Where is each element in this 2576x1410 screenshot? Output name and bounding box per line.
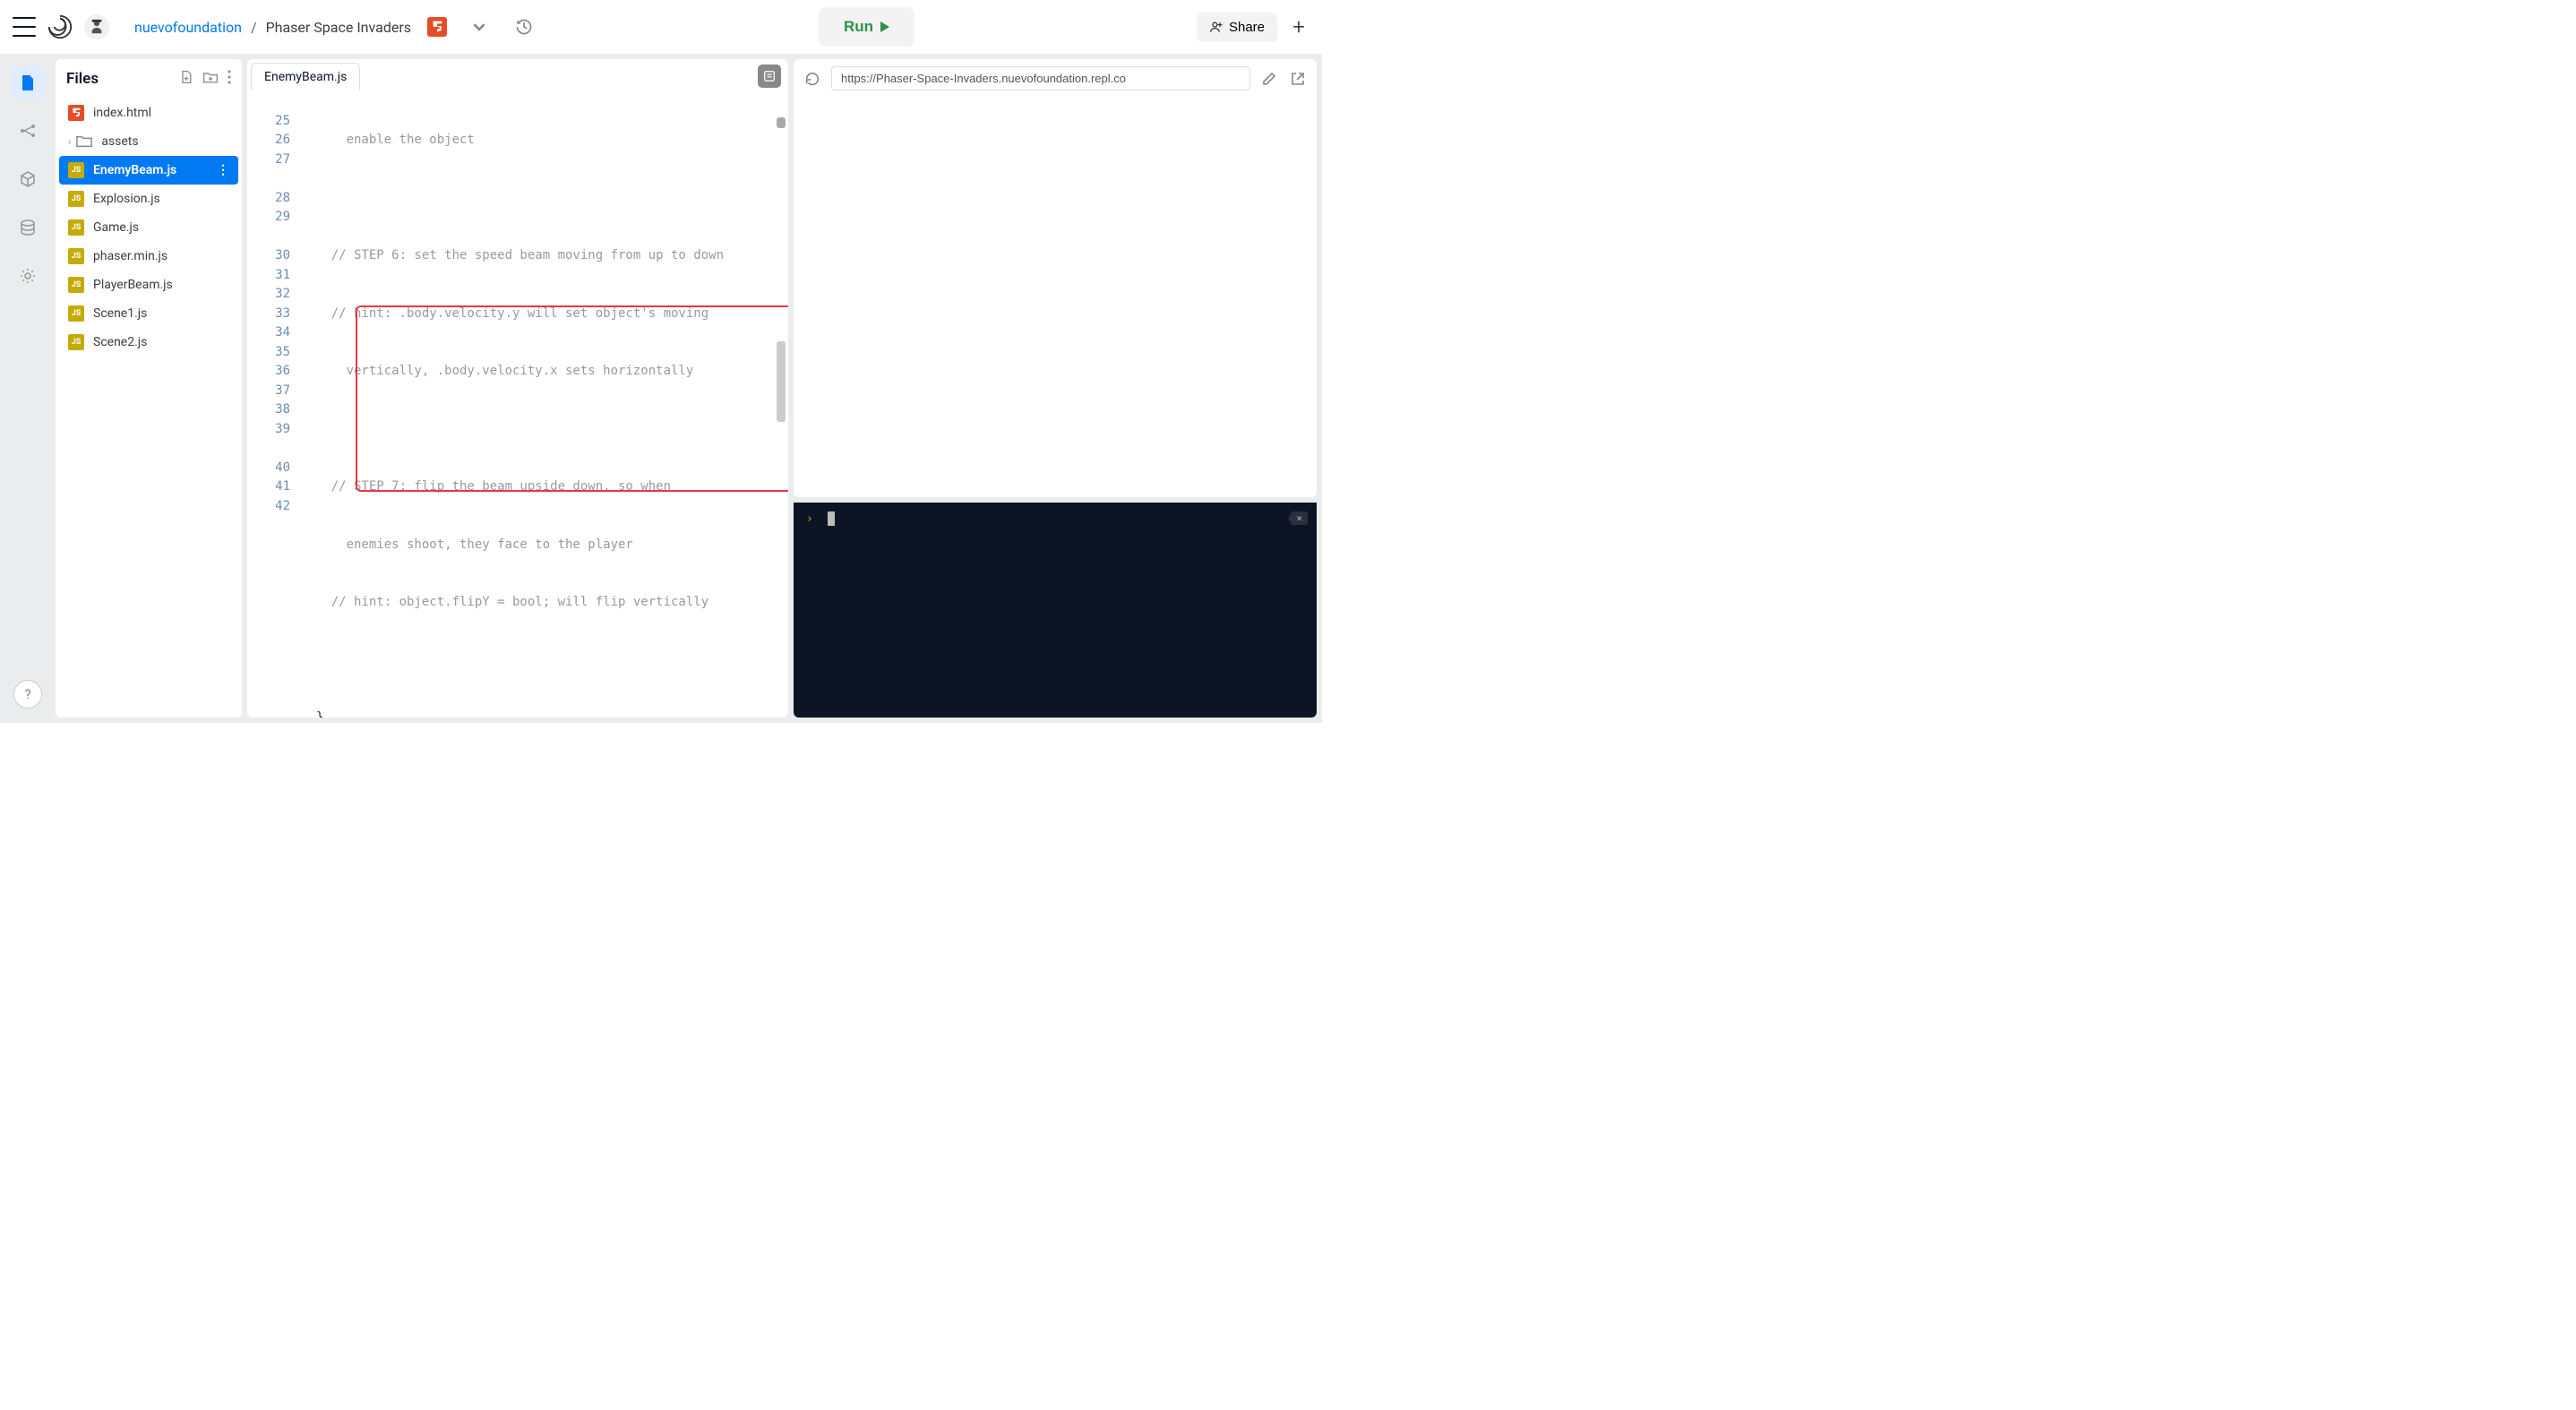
replit-logo-icon[interactable] <box>47 13 73 40</box>
sidebar-strip: ? <box>5 59 50 718</box>
file-item-assets[interactable]: › assets <box>59 127 238 156</box>
preview-pane <box>794 59 1317 497</box>
js-file-icon: JS <box>68 191 84 207</box>
sidebar-settings-icon[interactable] <box>12 260 44 292</box>
file-label: Explosion.js <box>93 192 160 206</box>
editor-tab-enemybeam[interactable]: EnemyBeam.js <box>251 63 360 90</box>
file-item-explosion[interactable]: JS Explosion.js <box>59 185 238 213</box>
preview-url-input[interactable] <box>831 66 1250 90</box>
file-label: EnemyBeam.js <box>93 163 176 177</box>
html5-file-icon <box>68 105 84 121</box>
header-right: Share + <box>1197 13 1309 42</box>
js-file-icon: JS <box>68 219 84 236</box>
person-plus-icon <box>1209 20 1224 34</box>
highlight-box <box>356 305 788 492</box>
console-pane[interactable]: › × <box>794 503 1317 718</box>
editor-panel: EnemyBeam.js 25 26 27 28 29 30 31 32 33 … <box>247 59 788 718</box>
play-icon <box>880 21 889 32</box>
reload-icon[interactable] <box>803 69 822 89</box>
open-external-icon[interactable] <box>1288 69 1308 89</box>
file-more-icon[interactable]: ⋮ <box>217 163 229 177</box>
sidebar-files-icon[interactable] <box>12 66 44 99</box>
preview-header <box>794 59 1317 98</box>
editor-body[interactable]: 25 26 27 28 29 30 31 32 33 34 35 36 37 3… <box>247 90 788 718</box>
new-folder-icon[interactable] <box>202 70 219 88</box>
scrollbar-marker <box>777 117 786 128</box>
menu-icon[interactable] <box>13 17 36 37</box>
new-file-icon[interactable] <box>179 70 193 88</box>
js-file-icon: JS <box>68 334 84 350</box>
scrollbar-thumb[interactable] <box>777 341 786 422</box>
run-button-label: Run <box>844 18 873 36</box>
files-more-icon[interactable] <box>228 70 231 88</box>
file-label: PlayerBeam.js <box>93 278 173 292</box>
files-header-actions <box>179 70 231 88</box>
folder-icon <box>76 133 92 150</box>
chevron-down-icon[interactable] <box>467 14 492 39</box>
file-label: index.html <box>93 106 151 120</box>
file-item-game[interactable]: JS Game.js <box>59 213 238 242</box>
file-item-phasermin[interactable]: JS phaser.min.js <box>59 242 238 271</box>
console-prompt: › <box>806 512 813 526</box>
files-panel: Files index.html › assets JS EnemyBeam.j… <box>56 59 242 718</box>
breadcrumb-project[interactable]: Phaser Space Invaders <box>266 19 411 36</box>
js-file-icon: JS <box>68 277 84 293</box>
js-file-icon: JS <box>68 248 84 264</box>
editor-scrollbar[interactable] <box>777 117 787 716</box>
edit-icon[interactable] <box>1259 69 1279 89</box>
add-button[interactable]: + <box>1288 16 1309 38</box>
code-area[interactable]: enable the object // STEP 6: set the spe… <box>299 90 788 718</box>
clear-console-icon[interactable]: × <box>1288 512 1308 525</box>
editor-tabs: EnemyBeam.js <box>247 59 788 90</box>
file-label: phaser.min.js <box>93 249 167 263</box>
file-label: Scene1.js <box>93 306 147 321</box>
top-header: nuevofoundation / Phaser Space Invaders … <box>0 0 1322 54</box>
files-header: Files <box>56 59 242 97</box>
header-center: Run <box>537 7 1197 47</box>
chevron-right-icon: › <box>68 136 71 148</box>
docs-icon[interactable] <box>758 64 781 88</box>
history-icon[interactable] <box>511 14 537 39</box>
main-area: ? Files index.html › assets JS Enem <box>0 54 1322 723</box>
share-button-label: Share <box>1229 20 1265 35</box>
file-label: assets <box>101 134 138 149</box>
file-item-scene1[interactable]: JS Scene1.js <box>59 299 238 328</box>
breadcrumb-separator: / <box>251 19 257 36</box>
file-list: index.html › assets JS EnemyBeam.js ⋮ JS… <box>56 97 242 358</box>
run-button[interactable]: Run <box>819 7 914 47</box>
file-label: Game.js <box>93 220 139 235</box>
sidebar-database-icon[interactable] <box>12 211 44 244</box>
file-label: Scene2.js <box>93 335 147 349</box>
console-cursor <box>828 512 835 526</box>
sidebar-version-icon[interactable] <box>12 115 44 147</box>
js-file-icon: JS <box>68 305 84 322</box>
files-title: Files <box>66 70 99 88</box>
preview-content[interactable] <box>794 98 1317 497</box>
help-button[interactable]: ? <box>13 680 42 709</box>
js-file-icon: JS <box>68 162 84 178</box>
file-item-scene2[interactable]: JS Scene2.js <box>59 328 238 357</box>
share-button[interactable]: Share <box>1197 13 1277 42</box>
sidebar-packages-icon[interactable] <box>12 163 44 195</box>
right-panel: › × <box>794 59 1317 718</box>
user-avatar-icon[interactable] <box>84 14 109 39</box>
file-item-enemybeam[interactable]: JS EnemyBeam.js ⋮ <box>59 156 238 185</box>
header-left: nuevofoundation / Phaser Space Invaders <box>13 13 537 40</box>
file-item-index[interactable]: index.html <box>59 99 238 127</box>
line-gutter: 25 26 27 28 29 30 31 32 33 34 35 36 37 3… <box>247 90 299 718</box>
html5-badge-icon <box>427 17 447 37</box>
breadcrumb-user[interactable]: nuevofoundation <box>134 19 242 36</box>
breadcrumb: nuevofoundation / Phaser Space Invaders <box>134 19 411 36</box>
file-item-playerbeam[interactable]: JS PlayerBeam.js <box>59 271 238 299</box>
